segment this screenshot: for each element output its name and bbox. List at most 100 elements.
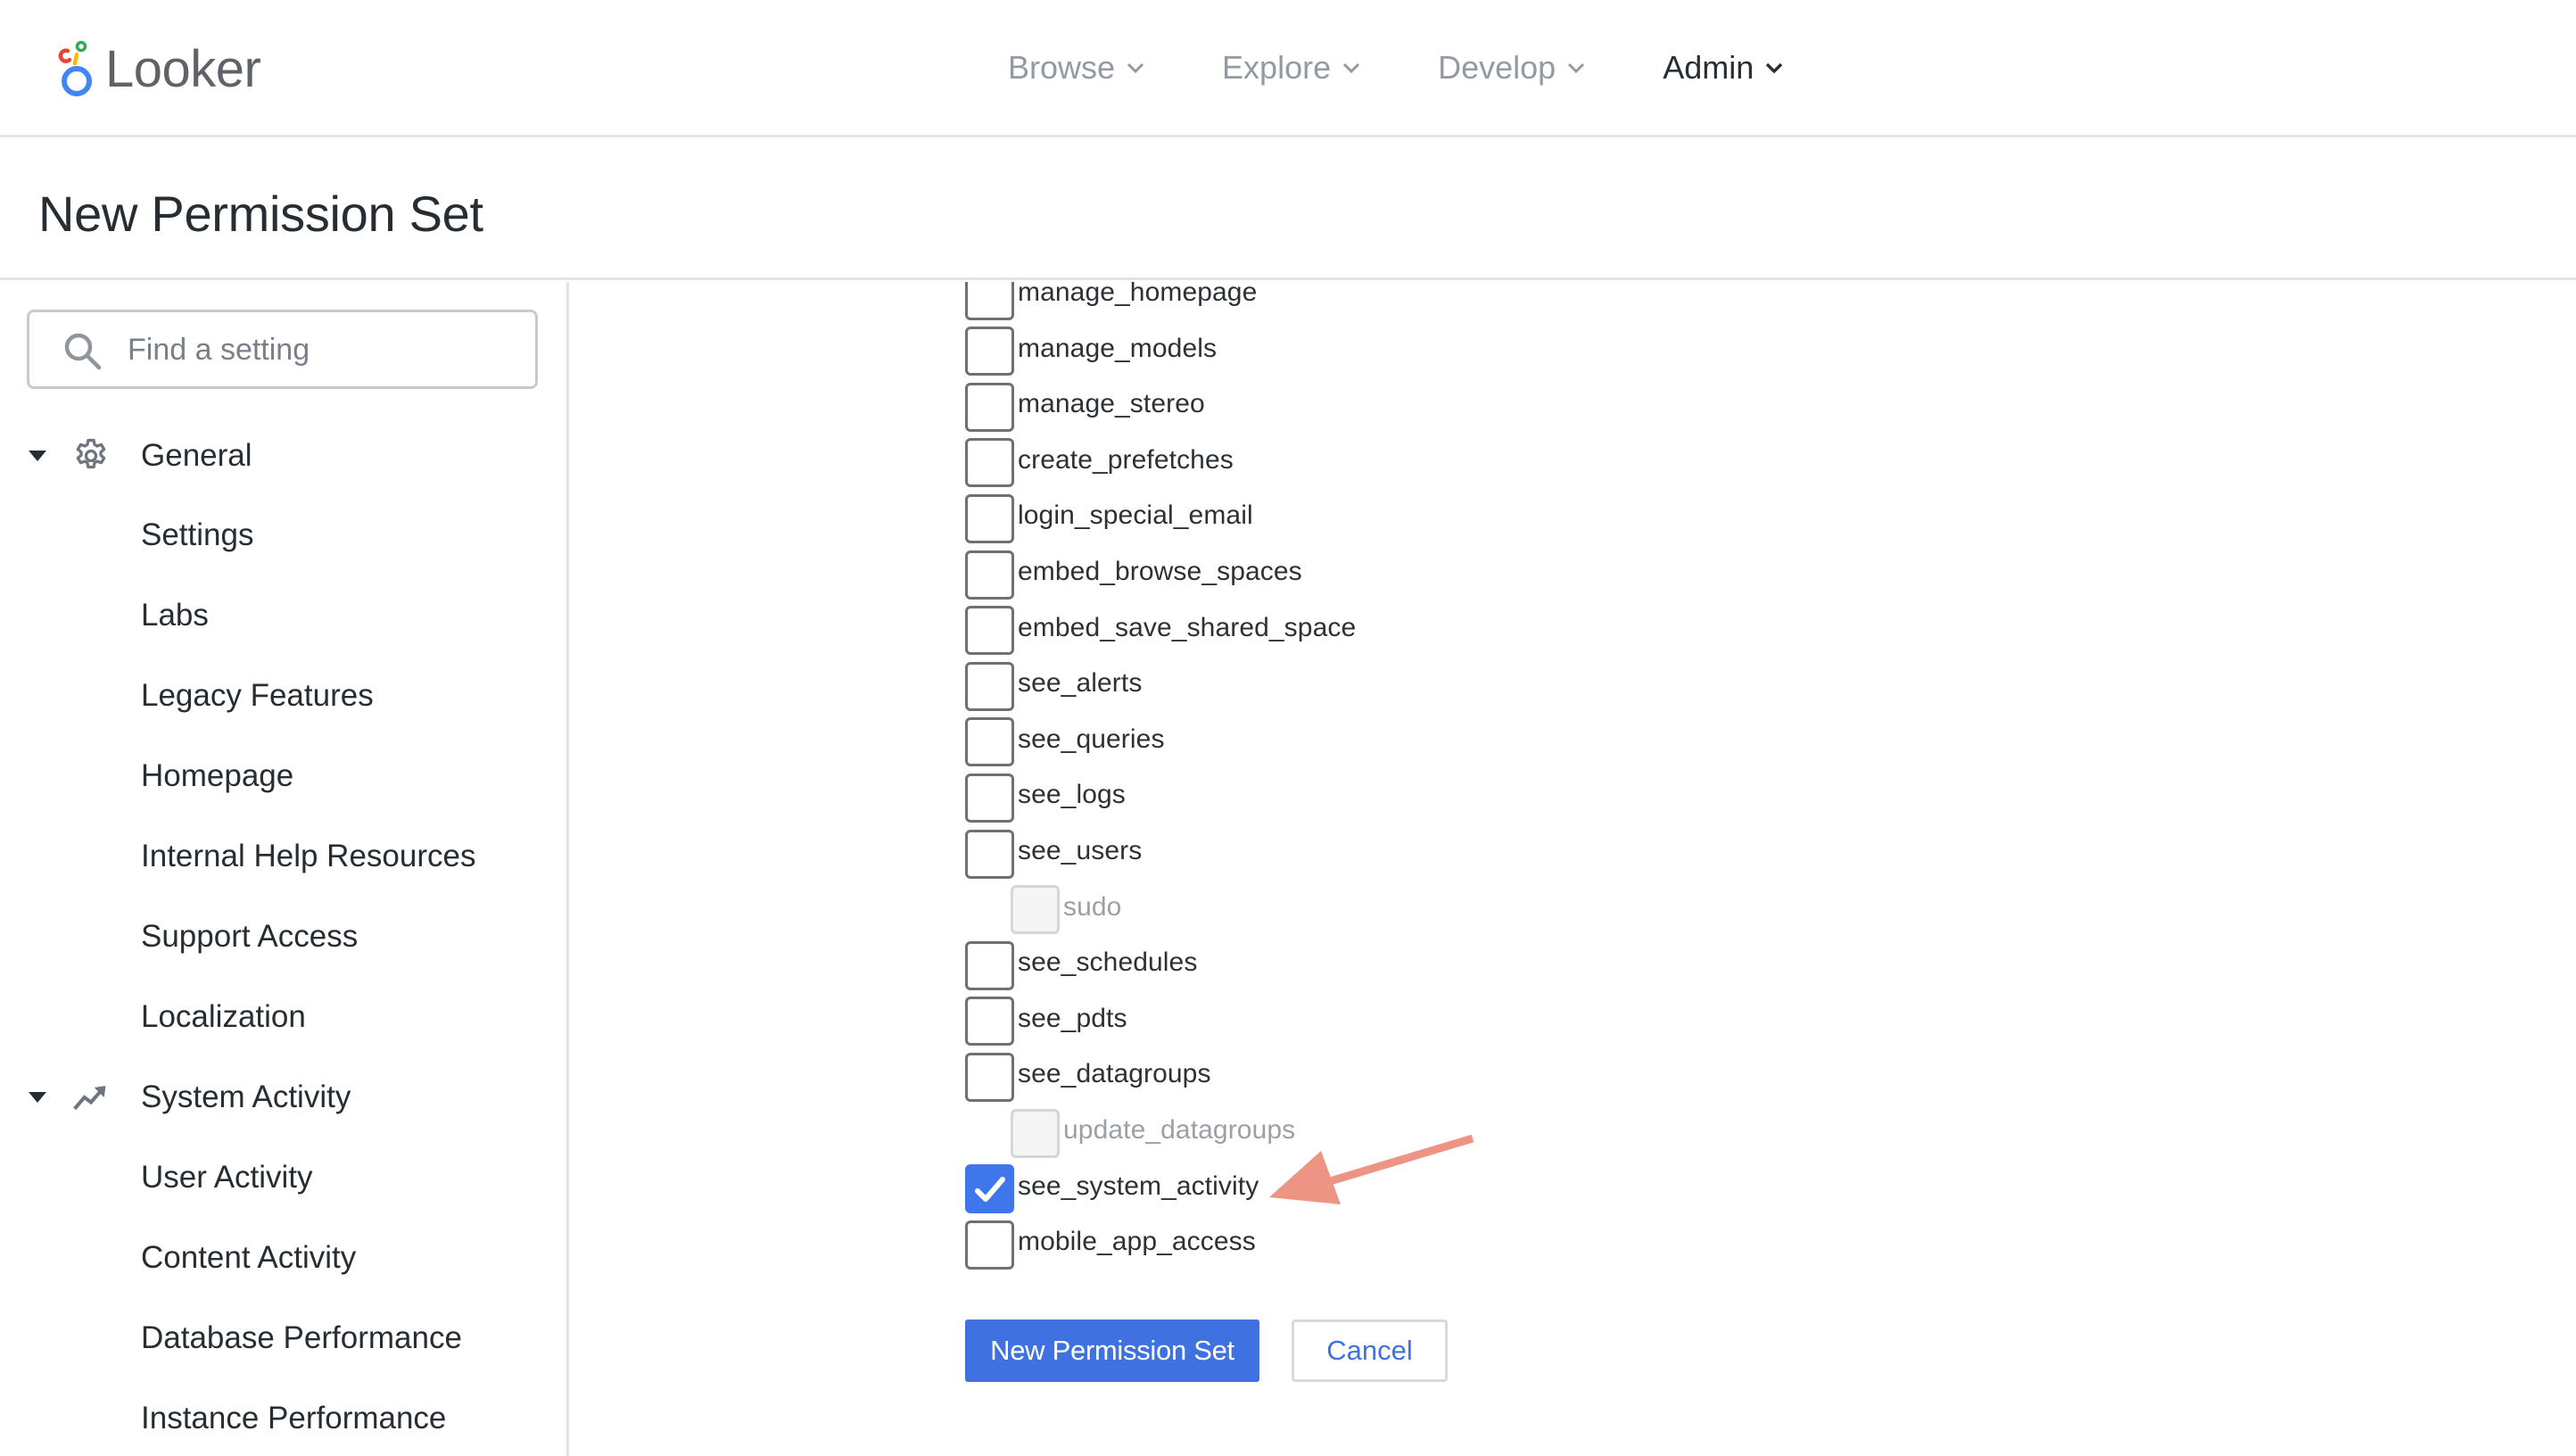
checkbox-see-logs[interactable] bbox=[965, 773, 1014, 823]
permission-row-sudo: sudo bbox=[1011, 884, 1121, 936]
permission-row-see-schedules: see_schedules bbox=[965, 939, 1197, 991]
permission-label: see_system_activity bbox=[1018, 1171, 1259, 1201]
permission-label: see_pdts bbox=[1018, 1003, 1127, 1033]
chevron-down-icon bbox=[1127, 62, 1144, 74]
sidebar-item-localization[interactable]: Localization bbox=[141, 990, 551, 1044]
looker-logo[interactable]: Looker bbox=[57, 37, 261, 100]
permission-row-manage-homepage: manage_homepage bbox=[965, 282, 1257, 321]
sidebar-item-user-activity[interactable]: User Activity bbox=[141, 1151, 551, 1204]
permission-row-manage-stereo: manage_stereo bbox=[965, 381, 1205, 433]
sidebar-group-general[interactable]: General bbox=[0, 425, 562, 487]
chevron-down-icon bbox=[1568, 62, 1585, 74]
permission-label: see_schedules bbox=[1018, 947, 1198, 978]
permission-row-see-alerts: see_alerts bbox=[965, 660, 1142, 712]
checkbox-see-alerts[interactable] bbox=[965, 661, 1014, 711]
nav-admin[interactable]: Admin bbox=[1663, 49, 1784, 87]
sidebar-item-instance-performance[interactable]: Instance Performance bbox=[141, 1392, 551, 1445]
nav-browse-label: Browse bbox=[1008, 49, 1116, 86]
checkbox-embed-save-shared-space[interactable] bbox=[965, 606, 1014, 656]
permission-label: see_users bbox=[1018, 836, 1143, 865]
looker-logo-icon bbox=[58, 40, 92, 96]
checkbox-embed-browse-spaces[interactable] bbox=[965, 550, 1014, 600]
chevron-down-icon bbox=[1766, 62, 1783, 74]
sidebar-item-support-access[interactable]: Support Access bbox=[141, 910, 551, 964]
nav-explore-label: Explore bbox=[1222, 49, 1332, 86]
checkbox-see-system-activity[interactable] bbox=[965, 1164, 1014, 1214]
checkbox-see-users[interactable] bbox=[965, 829, 1014, 879]
trending-up-icon bbox=[73, 1086, 106, 1111]
sidebar-group-system-activity-label: System Activity bbox=[141, 1080, 351, 1114]
checkbox-create-prefetches[interactable] bbox=[965, 438, 1014, 488]
checkbox-see-pdts[interactable] bbox=[965, 997, 1014, 1046]
checkbox-see-schedules[interactable] bbox=[965, 940, 1014, 990]
admin-sidebar: General Settings Labs Legacy Features Ho… bbox=[0, 282, 569, 1456]
checkbox-login-special-email[interactable] bbox=[965, 493, 1014, 543]
checkbox-mobile-app-access[interactable] bbox=[965, 1220, 1014, 1270]
permission-label: see_datagroups bbox=[1018, 1059, 1211, 1089]
permission-row-create-prefetches: create_prefetches bbox=[965, 437, 1234, 489]
checkbox-manage-models[interactable] bbox=[965, 327, 1014, 376]
permission-label: mobile_app_access bbox=[1018, 1227, 1256, 1257]
permission-label: create_prefetches bbox=[1018, 444, 1234, 475]
permission-row-see-pdts: see_pdts bbox=[965, 996, 1127, 1047]
permission-label: manage_stereo bbox=[1018, 389, 1205, 419]
permission-row-embed-save-shared-space: embed_save_shared_space bbox=[965, 605, 1356, 657]
new-permission-set-button[interactable]: New Permission Set bbox=[965, 1320, 1259, 1382]
checkmark-icon bbox=[975, 1177, 1005, 1203]
sidebar-item-settings[interactable]: Settings bbox=[141, 509, 551, 562]
nav-develop-label: Develop bbox=[1438, 49, 1556, 86]
permission-label: see_logs bbox=[1018, 780, 1126, 810]
search-icon bbox=[64, 333, 102, 370]
permission-label: see_alerts bbox=[1018, 668, 1143, 699]
page-header: New Permission Set bbox=[0, 140, 2576, 280]
cancel-button[interactable]: Cancel bbox=[1292, 1320, 1448, 1382]
sidebar-group-general-label: General bbox=[141, 438, 252, 473]
permission-label: sudo bbox=[1063, 891, 1122, 922]
permission-label: manage_models bbox=[1018, 333, 1218, 363]
sidebar-group-system-activity[interactable]: System Activity bbox=[0, 1066, 562, 1129]
logo-text: Looker bbox=[105, 40, 261, 98]
checkbox-update-datagroups bbox=[1011, 1108, 1060, 1158]
permission-row-see-users: see_users bbox=[965, 828, 1142, 880]
checkbox-see-queries[interactable] bbox=[965, 717, 1014, 767]
nav-develop[interactable]: Develop bbox=[1438, 49, 1586, 87]
page-title: New Permission Set bbox=[38, 186, 483, 242]
permission-row-see-queries: see_queries bbox=[965, 716, 1165, 768]
main-nav: Browse Explore Develop Admin bbox=[1008, 43, 1861, 93]
chevron-down-icon bbox=[1343, 62, 1360, 74]
permission-row-mobile-app-access: mobile_app_access bbox=[965, 1219, 1256, 1270]
permission-label: update_datagroups bbox=[1063, 1115, 1296, 1145]
checkbox-manage-homepage[interactable] bbox=[965, 282, 1014, 320]
settings-search-input[interactable] bbox=[128, 325, 520, 375]
sidebar-item-homepage[interactable]: Homepage bbox=[141, 749, 551, 803]
annotation-arrow-icon bbox=[1269, 1134, 1474, 1204]
gear-icon bbox=[76, 438, 106, 469]
checkbox-sudo bbox=[1011, 885, 1060, 935]
sidebar-item-labs[interactable]: Labs bbox=[141, 589, 551, 642]
checkbox-manage-stereo[interactable] bbox=[965, 382, 1014, 432]
permission-label: embed_save_shared_space bbox=[1018, 612, 1357, 642]
settings-search[interactable] bbox=[27, 310, 538, 389]
permission-form: manage_homepage manage_models manage_stere… bbox=[572, 282, 2576, 1456]
caret-down-icon[interactable] bbox=[29, 1092, 46, 1103]
permission-label: embed_browse_spaces bbox=[1018, 557, 1302, 586]
sidebar-item-legacy-features[interactable]: Legacy Features bbox=[141, 669, 551, 723]
sidebar-item-database-performance[interactable]: Database Performance bbox=[141, 1311, 551, 1365]
nav-browse[interactable]: Browse bbox=[1008, 49, 1145, 87]
permission-row-embed-browse-spaces: embed_browse_spaces bbox=[965, 549, 1302, 600]
nav-explore[interactable]: Explore bbox=[1222, 49, 1361, 87]
sidebar-item-internal-help-resources[interactable]: Internal Help Resources bbox=[141, 830, 551, 883]
permission-row-update-datagroups: update_datagroups bbox=[1011, 1107, 1295, 1159]
permission-row-see-datagroups: see_datagroups bbox=[965, 1051, 1211, 1103]
caret-down-icon[interactable] bbox=[29, 451, 46, 461]
permission-row-see-system-activity: see_system_activity bbox=[965, 1163, 1259, 1215]
sidebar-item-content-activity[interactable]: Content Activity bbox=[141, 1231, 551, 1285]
permission-row-see-logs: see_logs bbox=[965, 772, 1126, 823]
permission-row-manage-models: manage_models bbox=[965, 326, 1217, 377]
checkbox-see-datagroups[interactable] bbox=[965, 1052, 1014, 1102]
permission-label: see_queries bbox=[1018, 724, 1165, 754]
permission-label: login_special_email bbox=[1018, 500, 1253, 531]
permission-row-login-special-email: login_special_email bbox=[965, 492, 1253, 544]
top-navigation-bar: Looker Browse Explore Develop Admin bbox=[0, 0, 2576, 137]
nav-admin-label: Admin bbox=[1663, 49, 1754, 86]
